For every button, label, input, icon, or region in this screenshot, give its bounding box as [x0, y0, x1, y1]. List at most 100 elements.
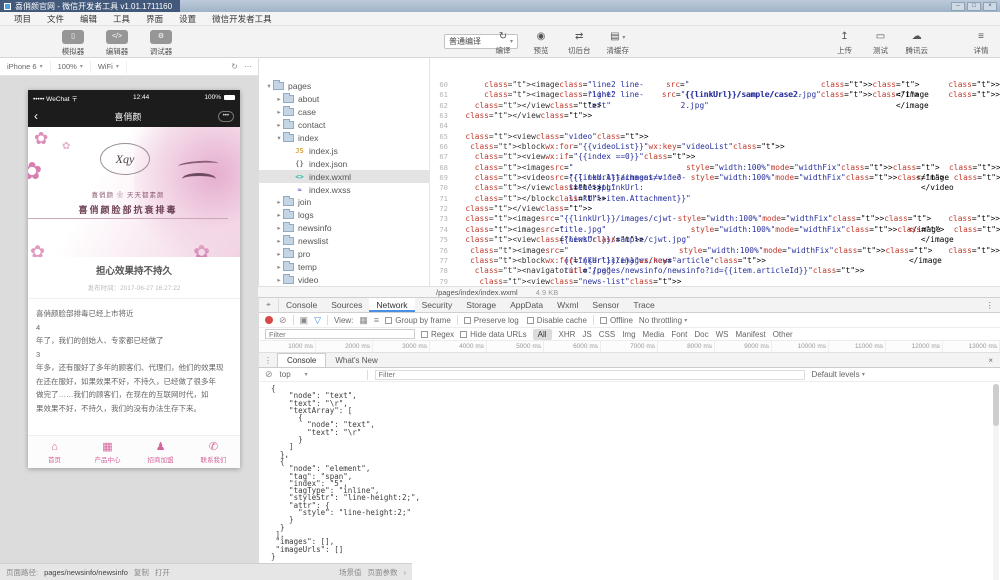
filter-type-font[interactable]: Font	[671, 330, 687, 339]
menu-item[interactable]: 工具	[105, 13, 138, 25]
devtools-tab-wxml[interactable]: Wxml	[550, 298, 585, 312]
checkbox-preserve-log[interactable]: Preserve log	[463, 316, 519, 325]
console-filter-input[interactable]	[374, 369, 805, 380]
scrollbar[interactable]	[993, 384, 999, 580]
open-button[interactable]: 打开	[155, 567, 170, 578]
filter-type-other[interactable]: Other	[773, 330, 793, 339]
grid-view-icon[interactable]: ▦	[359, 315, 368, 325]
tree-item[interactable]: JS index.js	[259, 144, 429, 157]
code-editor[interactable]: 60 class="t"><image class = "line2 line-ri…	[430, 58, 1000, 286]
devtools-tab-trace[interactable]: Trace	[626, 298, 661, 312]
tree-item[interactable]: ▾ index	[259, 132, 429, 145]
tree-item[interactable]: ▸ video	[259, 273, 429, 286]
tree-item[interactable]: ▸ temp	[259, 260, 429, 273]
tree-item[interactable]: ▸ contact	[259, 119, 429, 132]
tabbar-item-people[interactable]: ♟ 招商加盟	[134, 436, 187, 468]
menu-item[interactable]: 编辑	[72, 13, 105, 25]
devtools-tab-security[interactable]: Security	[415, 298, 460, 312]
wechat-menu-button[interactable]: •••	[217, 110, 234, 122]
expand-icon[interactable]: ›	[404, 568, 407, 577]
filter-type-ws[interactable]: WS	[716, 330, 729, 339]
toolbar-button-upload[interactable]: ↥ 上传	[834, 30, 856, 56]
devtools-tab-console[interactable]: Console	[279, 298, 324, 312]
tree-item[interactable]: ▸ newslist	[259, 235, 429, 248]
tree-item[interactable]: ▸ join	[259, 196, 429, 209]
more-icon[interactable]: ⋯	[244, 62, 252, 71]
devtools-tab-storage[interactable]: Storage	[459, 298, 503, 312]
inspect-cursor-icon[interactable]: ⌖	[259, 298, 279, 312]
kebab-icon[interactable]: ⋮	[980, 298, 1000, 312]
devtools-tab-sources[interactable]: Sources	[324, 298, 369, 312]
list-view-icon[interactable]: ≡	[374, 315, 379, 325]
toolbar-button-bug-debugger[interactable]: ⚙ 调试器	[143, 30, 179, 57]
toolbar-button-eye[interactable]: ◉ 预览	[530, 30, 552, 56]
console-tab[interactable]: Console	[277, 353, 327, 367]
filter-funnel-icon[interactable]: ▽	[314, 315, 321, 325]
zoom-select[interactable]: 100% ▾	[51, 60, 91, 73]
toolbar-button-cache[interactable]: ▤ ▾ 清缓存	[607, 30, 630, 56]
tree-item[interactable]: ▸ case	[259, 106, 429, 119]
menu-item[interactable]: 项目	[6, 13, 39, 25]
toolbar-button-phone-simulator[interactable]: ▯ 模拟器	[55, 30, 91, 57]
devtools-tab-appdata[interactable]: AppData	[503, 298, 550, 312]
kebab-icon[interactable]: ⋮	[259, 353, 277, 367]
network-select[interactable]: WiFi ▾	[91, 60, 127, 73]
menu-item[interactable]: 文件	[39, 13, 72, 25]
tree-item[interactable]: ▸ logs	[259, 209, 429, 222]
throttling-select[interactable]: No throttling ▾	[639, 316, 687, 325]
tabbar-item-grid[interactable]: ▦ 产品中心	[81, 436, 134, 468]
tree-item[interactable]: ▸ newsinfo	[259, 222, 429, 235]
record-button[interactable]	[265, 316, 273, 324]
rotate-icon[interactable]: ↻	[231, 62, 238, 71]
page-params-button[interactable]: 页面参数	[368, 567, 398, 578]
tree-item[interactable]: ▾ pages	[259, 80, 429, 93]
clear-console-icon[interactable]: ⊘	[265, 370, 273, 379]
devtools-tab-network[interactable]: Network	[369, 298, 415, 312]
filter-type-doc[interactable]: Doc	[694, 330, 708, 339]
regex-checkbox[interactable]: Regex	[421, 330, 454, 339]
checkbox-disable-cache[interactable]: Disable cache	[526, 316, 587, 325]
filter-type-js[interactable]: JS	[582, 330, 591, 339]
window-control-button[interactable]: ×	[983, 1, 997, 11]
context-select[interactable]: top ▾	[280, 370, 360, 379]
toolbar-button-refresh[interactable]: ↻ 编译	[492, 30, 514, 56]
menu-item[interactable]: 微信开发者工具	[204, 13, 280, 25]
window-control-button[interactable]: □	[967, 1, 981, 11]
filter-type-xhr[interactable]: XHR	[559, 330, 576, 339]
toolbar-button-code-editor[interactable]: </> 编辑器	[99, 30, 135, 57]
window-control-button[interactable]: –	[951, 1, 965, 11]
filter-type-img[interactable]: Img	[622, 330, 635, 339]
screenshot-icon[interactable]: ▣	[300, 315, 309, 325]
tree-item[interactable]: ▸ about	[259, 93, 429, 106]
tabbar-item-call[interactable]: ✆ 联系我们	[187, 436, 240, 468]
scene-value-button[interactable]: 场景值	[339, 567, 362, 578]
clear-icon[interactable]: ⊘	[279, 315, 287, 325]
copy-button[interactable]: 复制	[134, 567, 149, 578]
filter-type-manifest[interactable]: Manifest	[735, 330, 765, 339]
tree-item[interactable]: <> index.wxml	[259, 170, 429, 184]
toolbar-button-cloud[interactable]: ☁ 腾讯云	[906, 30, 929, 56]
toolbar-button-switch[interactable]: ⇄ 切后台	[568, 30, 591, 56]
network-filter-input[interactable]	[265, 329, 415, 339]
toolbar-button-details[interactable]: ≡ 详情	[970, 30, 992, 56]
filter-type-css[interactable]: CSS	[599, 330, 615, 339]
filter-type-all[interactable]: All	[532, 328, 552, 340]
tree-item[interactable]: ▸ pro	[259, 248, 429, 261]
tree-item[interactable]: ≈ index.wxss	[259, 183, 429, 196]
close-icon[interactable]: ×	[981, 353, 1000, 367]
menu-item[interactable]: 设置	[171, 13, 204, 25]
console-output[interactable]: { "node": "text", "text": "\r", "textArr…	[259, 382, 1000, 580]
devtools-tab-sensor[interactable]: Sensor	[585, 298, 626, 312]
tree-item[interactable]: {} index.json	[259, 157, 429, 170]
window-controls[interactable]: – □ ×	[951, 1, 1000, 11]
menu-item[interactable]: 界面	[138, 13, 171, 25]
phone-simulator[interactable]: ••••• WeChat 〒 12:44 100% ‹ 喜俏颜 ••• ✿ ✿ …	[28, 90, 240, 468]
hide-data-urls-checkbox[interactable]: Hide data URLs	[460, 330, 527, 339]
console-tab[interactable]: What's New	[326, 353, 386, 367]
device-select[interactable]: iPhone 6 ▾	[0, 60, 51, 73]
tabbar-item-home[interactable]: ⌂ 首页	[28, 436, 81, 468]
toolbar-button-test[interactable]: ▭ 测试	[870, 30, 892, 56]
checkbox-offline[interactable]: Offline	[599, 316, 633, 325]
log-levels-select[interactable]: Default levels ▾	[812, 370, 865, 379]
filter-type-media[interactable]: Media	[643, 330, 665, 339]
